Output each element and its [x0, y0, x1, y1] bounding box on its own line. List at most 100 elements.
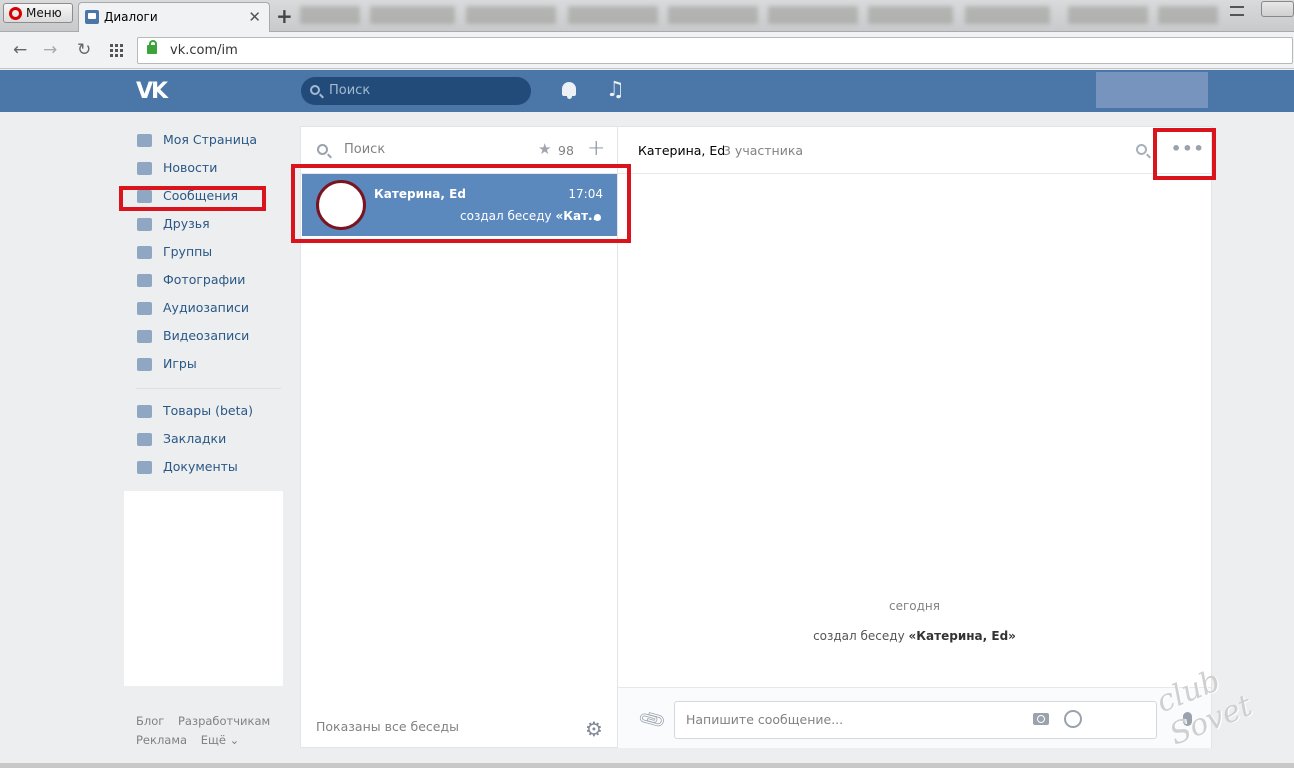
- url-field[interactable]: vk.com/im: [137, 37, 1293, 64]
- footer-developers-link[interactable]: Разработчикам: [178, 714, 270, 728]
- home-icon: [137, 134, 152, 147]
- sidebar-item-label: Товары (beta): [163, 403, 254, 418]
- background-tab[interactable]: [568, 6, 658, 24]
- star-icon: [137, 433, 152, 446]
- gear-icon[interactable]: ⚙: [585, 717, 603, 741]
- search-icon[interactable]: [1136, 144, 1147, 155]
- address-toolbar: ← → ↻ vk.com/im: [0, 32, 1294, 69]
- system-message-bold: «Катерина, Ed»: [908, 629, 1016, 643]
- left-menu: Моя Страница Новости Сообщения Друзья Гр…: [136, 128, 286, 483]
- camera-icon[interactable]: [1033, 713, 1049, 725]
- document-icon: [137, 461, 152, 474]
- bell-icon[interactable]: [562, 82, 576, 99]
- footer-more-link[interactable]: Ещё ⌄: [201, 733, 239, 747]
- sidebar-item-news[interactable]: Новости: [136, 156, 286, 184]
- emoji-icon[interactable]: [1064, 710, 1082, 728]
- sidebar-item-label: Фотографии: [163, 272, 246, 287]
- background-tab[interactable]: [300, 6, 360, 24]
- new-conversation-button[interactable]: +: [587, 136, 605, 161]
- new-tab-button[interactable]: +: [276, 4, 293, 28]
- sidebar-item-photos[interactable]: Фотографии: [136, 268, 286, 296]
- music-note-icon: [137, 302, 152, 315]
- dialog-list-footer: Показаны все беседы: [316, 719, 459, 734]
- background-tab[interactable]: [370, 6, 455, 24]
- bottom-strip: [0, 763, 1294, 768]
- sidebar-item-video[interactable]: Видеозаписи: [136, 324, 286, 352]
- sidebar-item-groups[interactable]: Группы: [136, 240, 286, 268]
- sidebar-item-documents[interactable]: Документы: [136, 455, 286, 483]
- news-icon: [137, 162, 152, 175]
- groups-icon: [137, 246, 152, 259]
- bag-icon: [137, 405, 152, 418]
- lock-icon: [147, 40, 157, 54]
- highlight-dialog: [291, 164, 631, 243]
- footer-ads-link[interactable]: Реклама: [136, 733, 187, 747]
- music-note-icon[interactable]: ♫: [606, 77, 625, 101]
- sidebar-item-label: Игры: [163, 356, 197, 371]
- profile-menu[interactable]: [1096, 72, 1208, 108]
- sidebar-item-market[interactable]: Товары (beta): [136, 399, 286, 427]
- back-arrow-icon[interactable]: ←: [13, 40, 27, 60]
- sidebar-item-label: Группы: [163, 244, 213, 259]
- chat-header: Катерина, Ed 3 участника •••: [618, 127, 1211, 174]
- sidebar-item-label: Видеозаписи: [163, 328, 250, 343]
- sidebar-item-audio[interactable]: Аудиозаписи: [136, 296, 286, 324]
- opera-menu-button[interactable]: Меню: [3, 3, 73, 23]
- sidebar-item-label: Аудиозаписи: [163, 300, 249, 315]
- important-star-icon[interactable]: ★: [538, 140, 551, 158]
- chat-member-count[interactable]: 3 участника: [723, 143, 803, 158]
- browser-tab-bar: Меню Диалоги ✕ +: [0, 0, 1294, 32]
- chat-panel: Катерина, Ed 3 участника ••• сегодня соз…: [617, 126, 1212, 748]
- highlight-messages: [119, 186, 266, 211]
- reload-icon[interactable]: ↻: [77, 40, 91, 60]
- sidebar-item-label: Друзья: [163, 216, 210, 231]
- background-tab[interactable]: [466, 6, 556, 24]
- opera-logo-icon: [9, 7, 22, 20]
- tab-title: Диалоги: [104, 10, 158, 24]
- background-tab[interactable]: [1068, 6, 1148, 24]
- message-input-placeholder: Напишите сообщение...: [686, 712, 844, 727]
- header-search-placeholder: Поиск: [329, 83, 371, 98]
- opera-menu-label: Меню: [26, 6, 62, 20]
- sidebar-item-label: Закладки: [163, 431, 227, 446]
- sidebar-item-friends[interactable]: Друзья: [136, 212, 286, 240]
- tab-menu-icon[interactable]: [1230, 6, 1244, 16]
- chat-system-message: создал беседу «Катерина, Ed»: [618, 629, 1211, 643]
- vk-messages-favicon-icon: [85, 10, 99, 24]
- sidebar-item-games[interactable]: Игры: [136, 352, 286, 380]
- film-icon: [137, 330, 152, 343]
- search-icon: [310, 85, 320, 95]
- url-text: vk.com/im: [170, 43, 238, 58]
- background-tab[interactable]: [965, 6, 1050, 24]
- menu-divider: [136, 388, 281, 389]
- window-controls[interactable]: [1261, 1, 1294, 17]
- ad-placeholder: [124, 491, 283, 686]
- highlight-more-button: [1153, 128, 1216, 180]
- vk-header: VK Поиск ♫: [0, 70, 1294, 112]
- system-message-text: создал беседу: [813, 629, 909, 643]
- dialog-search-placeholder: Поиск: [344, 142, 386, 157]
- speed-dial-icon[interactable]: [110, 44, 123, 57]
- tab-dialogs[interactable]: Диалоги ✕: [78, 2, 270, 32]
- vk-logo[interactable]: VK: [136, 79, 168, 104]
- background-tab[interactable]: [1158, 6, 1218, 24]
- forward-arrow-icon[interactable]: →: [43, 40, 57, 60]
- message-input[interactable]: Напишите сообщение...: [674, 701, 1157, 739]
- header-search-input[interactable]: Поиск: [301, 77, 531, 105]
- background-tab[interactable]: [868, 6, 953, 24]
- attachment-icon[interactable]: 📎︎: [636, 704, 668, 735]
- search-icon: [317, 144, 328, 155]
- camera-icon: [137, 274, 152, 287]
- tab-close-button[interactable]: ✕: [248, 8, 261, 26]
- footer-blog-link[interactable]: Блог: [136, 714, 164, 728]
- chat-date-separator: сегодня: [889, 599, 940, 613]
- message-composer: 📎︎ Напишите сообщение...: [618, 687, 1211, 748]
- background-tab[interactable]: [768, 6, 858, 24]
- gamepad-icon: [137, 358, 152, 371]
- important-count[interactable]: 98: [558, 143, 574, 158]
- sidebar-item-bookmarks[interactable]: Закладки: [136, 427, 286, 455]
- sidebar-item-my-page[interactable]: Моя Страница: [136, 128, 286, 156]
- background-tab[interactable]: [668, 6, 758, 24]
- chat-title[interactable]: Катерина, Ed: [638, 143, 725, 158]
- sidebar-item-label: Моя Страница: [163, 132, 257, 147]
